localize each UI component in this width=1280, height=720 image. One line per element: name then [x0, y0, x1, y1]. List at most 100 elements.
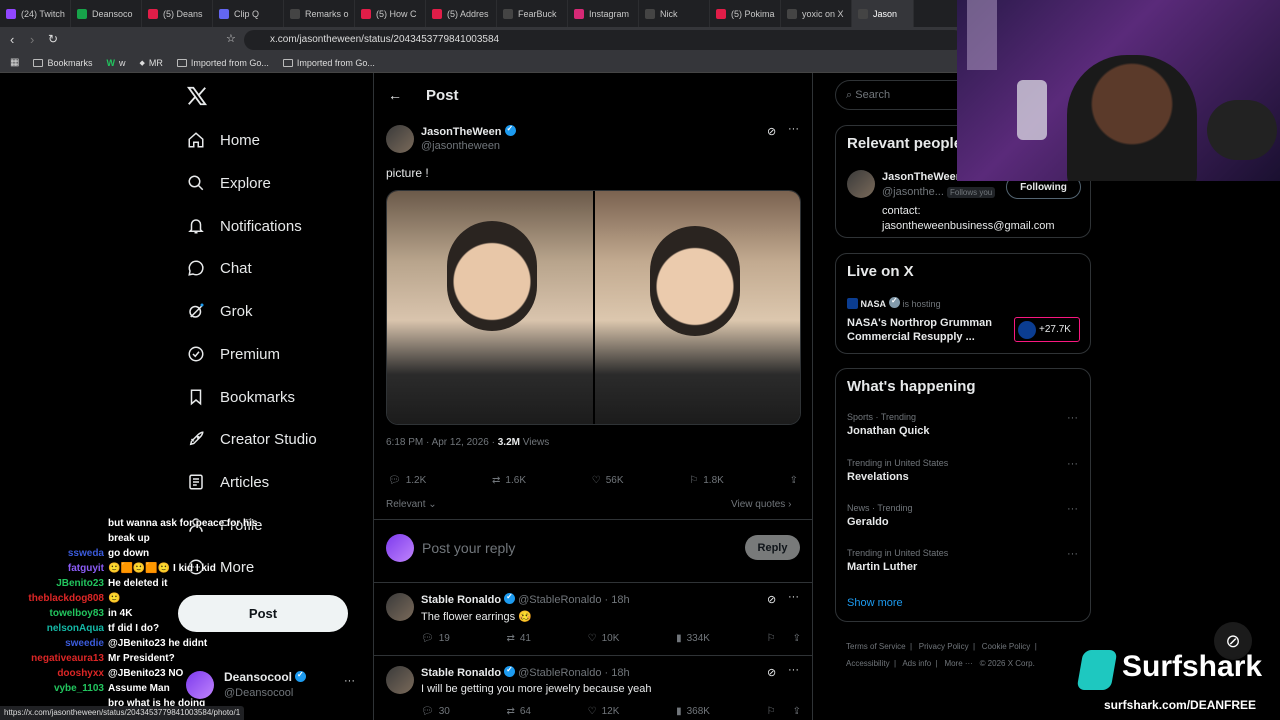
browser-tab[interactable]: Clip Q — [213, 0, 284, 27]
trend-item[interactable]: Trending in United States Revelations — [847, 458, 1077, 483]
chat-username[interactable]: towelboy83 — [0, 608, 104, 619]
author-avatar[interactable] — [386, 125, 414, 153]
live-listeners[interactable]: +27.7K — [1014, 317, 1080, 342]
repost-action[interactable]: ⇄ 1.6K — [492, 475, 526, 486]
chat-username[interactable]: negativeaura13 — [0, 653, 104, 664]
bookmark-bookmarks[interactable]: Bookmarks — [33, 58, 92, 68]
browser-tab[interactable]: Instagram — [568, 0, 639, 27]
nav-home[interactable]: Home — [186, 130, 260, 150]
share-icon[interactable]: ⇪ — [793, 706, 801, 717]
browser-tab[interactable]: Remarks o — [284, 0, 355, 27]
reply-action[interactable]: 💬︎ 19 — [421, 633, 450, 644]
browser-tab[interactable]: (5) Deans — [142, 0, 213, 27]
chat-username[interactable]: vybe_1103 — [0, 683, 104, 694]
chat-username[interactable]: sweedie — [0, 638, 104, 649]
photo-2[interactable] — [595, 191, 800, 424]
relevant-avatar[interactable] — [847, 170, 875, 198]
account-switcher[interactable]: Deansocool @Deansocool ··· — [186, 668, 361, 708]
view-quotes-link[interactable]: View quotes › — [731, 499, 791, 510]
chat-username[interactable]: dooshyxx — [0, 668, 104, 679]
browser-tab[interactable]: (5) Addres — [426, 0, 497, 27]
address-bar[interactable]: x.com/jasontheween/status/20434537798410… — [244, 30, 964, 50]
footer-link[interactable]: Terms of Service — [846, 642, 906, 651]
trend-item[interactable]: News · Trending Geraldo — [847, 503, 1077, 528]
bookmark-imported-1[interactable]: Imported from Go... — [176, 58, 269, 68]
browser-tab[interactable]: (5) Pokima — [710, 0, 781, 27]
x-logo-icon[interactable] — [186, 85, 208, 107]
live-title[interactable]: NASA's Northrop Grumman Commercial Resup… — [847, 316, 1012, 344]
account-more-icon[interactable]: ··· — [344, 675, 355, 687]
chat-username[interactable]: fatguyit — [0, 563, 104, 574]
chat-username[interactable]: theblackdog808 — [0, 593, 104, 604]
author-name[interactable]: JasonTheWeen — [421, 124, 516, 138]
post-more-icon[interactable]: ··· — [788, 123, 799, 135]
chat-username[interactable]: JBenito23 — [0, 578, 104, 589]
nav-creator-studio[interactable]: Creator Studio — [186, 429, 317, 449]
browser-tab[interactable]: Deansoco — [71, 0, 142, 27]
reply-tweet[interactable]: Stable Ronaldo @StableRonaldo · 18h ⊘ ··… — [374, 583, 812, 656]
chat-username[interactable]: nelsonAqua — [0, 623, 104, 634]
reply-action[interactable]: 💬︎ 1.2K — [388, 475, 426, 486]
footer-link[interactable]: Privacy Policy — [919, 642, 969, 651]
bookmark-action[interactable]: ⚐ 1.8K — [689, 475, 724, 486]
live-host[interactable]: NASA is hosting — [847, 296, 941, 309]
reply-more-icon[interactable]: ··· — [788, 591, 799, 603]
views-action[interactable]: ▮ 368K — [676, 706, 710, 717]
post-button[interactable]: Post — [178, 595, 348, 632]
grok-explain-icon[interactable]: ⊘ — [767, 593, 776, 606]
like-action[interactable]: ♡ 10K — [588, 633, 620, 644]
nav-premium[interactable]: Premium — [186, 344, 280, 364]
browser-tab[interactable]: FearBuck — [497, 0, 568, 27]
browser-tab[interactable]: yoxic on X — [781, 0, 852, 27]
footer-link[interactable]: Cookie Policy — [982, 642, 1030, 651]
bookmark-action[interactable]: ⚐ ⇪ — [767, 633, 801, 644]
photo-1[interactable] — [387, 191, 593, 424]
grok-explain-icon[interactable]: ⊘ — [767, 666, 776, 679]
repost-action[interactable]: ⇄ 41 — [506, 633, 531, 644]
show-more-link[interactable]: Show more — [847, 597, 903, 609]
reply-author-avatar[interactable] — [386, 666, 414, 694]
like-action[interactable]: ♡ 12K — [588, 706, 620, 717]
nav-articles[interactable]: Articles — [186, 472, 269, 492]
bookmark-imported-2[interactable]: Imported from Go... — [282, 58, 375, 68]
apps-grid-icon[interactable]: ▦ — [10, 57, 19, 68]
reply-more-icon[interactable]: ··· — [788, 664, 799, 676]
chat-username[interactable]: ssweda — [0, 548, 104, 559]
reply-input[interactable]: Post your reply — [422, 540, 515, 556]
reply-author-avatar[interactable] — [386, 593, 414, 621]
bookmark-mr[interactable]: ◆ MR — [139, 58, 162, 68]
reply-button[interactable]: Reply — [745, 535, 800, 560]
trend-more-icon[interactable]: ··· — [1067, 548, 1078, 560]
views-action[interactable]: ▮ 334K — [676, 633, 710, 644]
trend-more-icon[interactable]: ··· — [1067, 458, 1078, 470]
bookmark-action[interactable]: ⚐ ⇪ — [767, 706, 801, 717]
like-action[interactable]: ♡ 56K — [592, 475, 624, 486]
trend-item[interactable]: Sports · Trending Jonathan Quick — [847, 412, 1077, 437]
trend-item[interactable]: Trending in United States Martin Luther — [847, 548, 1077, 573]
browser-tab[interactable]: Jason — [852, 0, 914, 27]
trend-more-icon[interactable]: ··· — [1067, 503, 1078, 515]
sort-relevant-dropdown[interactable]: Relevant ⌄ — [386, 499, 437, 510]
nav-grok[interactable]: Grok — [186, 301, 253, 321]
nav-bookmarks[interactable]: Bookmarks — [186, 387, 295, 407]
nav-notifications[interactable]: Notifications — [186, 216, 302, 236]
bookmark-w[interactable]: Ww — [106, 58, 125, 68]
footer-link[interactable]: More ··· — [944, 659, 972, 668]
reply-action[interactable]: 💬︎ 30 — [421, 706, 450, 717]
grok-explain-icon[interactable]: ⊘ — [767, 125, 776, 138]
footer-link[interactable]: Ads info — [902, 659, 931, 668]
browser-tab[interactable]: Nick — [639, 0, 710, 27]
reply-tweet[interactable]: Stable Ronaldo @StableRonaldo · 18h ⊘ ··… — [374, 656, 812, 720]
nav-chat[interactable]: Chat — [186, 258, 252, 278]
forward-icon[interactable]: › — [30, 32, 34, 47]
author-handle[interactable]: @jasontheween — [421, 140, 500, 152]
reload-icon[interactable]: ↻ — [48, 32, 58, 46]
share-icon[interactable]: ⇪ — [793, 633, 801, 644]
trend-more-icon[interactable]: ··· — [1067, 412, 1078, 424]
footer-link[interactable]: Accessibility — [846, 659, 890, 668]
share-action[interactable]: ⇪ — [790, 475, 798, 486]
browser-tab[interactable]: (24) Twitch — [0, 0, 71, 27]
browser-tab[interactable]: (5) How C — [355, 0, 426, 27]
back-arrow-icon[interactable]: ← — [388, 87, 402, 103]
repost-action[interactable]: ⇄ 64 — [506, 706, 531, 717]
